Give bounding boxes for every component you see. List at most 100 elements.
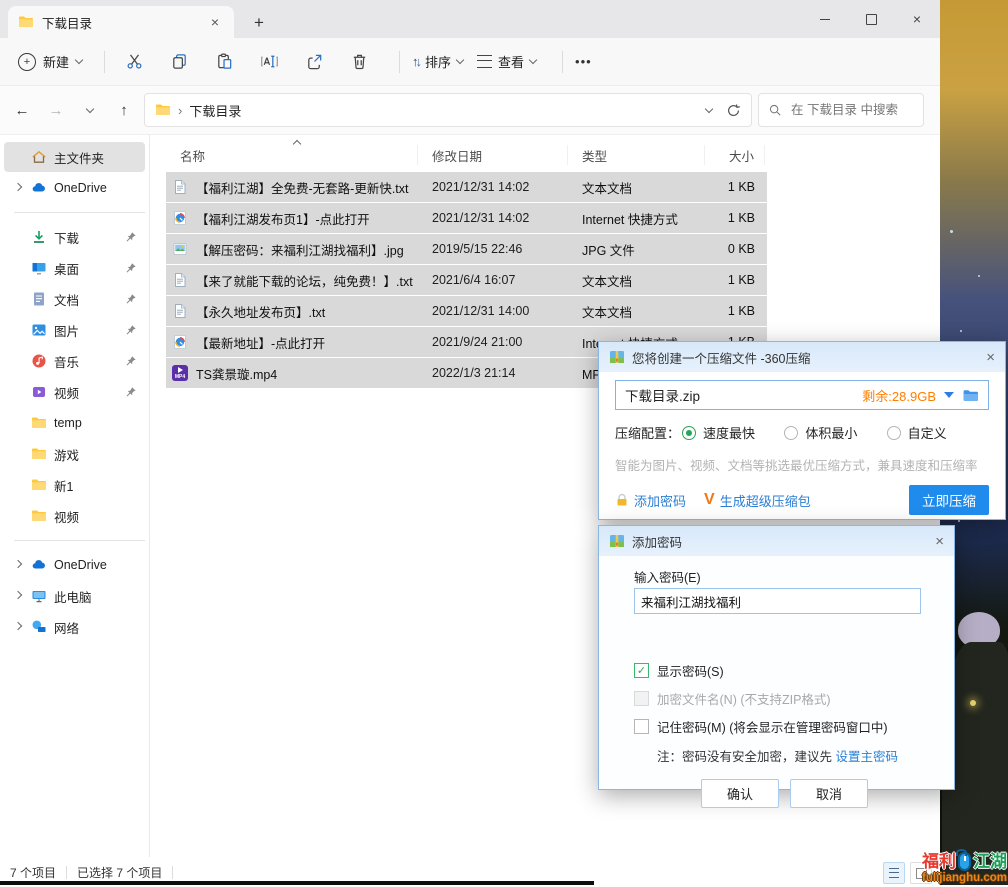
up-button[interactable]: ↑ bbox=[110, 96, 138, 124]
sidebar-item-onedrive-tree[interactable]: OneDrive bbox=[4, 550, 145, 580]
table-row[interactable]: 【来了就能下载的论坛，纯免费！】.txt 2021/6/4 16:07 文本文档… bbox=[166, 265, 767, 295]
expand-chevron-icon[interactable] bbox=[12, 626, 24, 629]
refresh-button[interactable] bbox=[726, 103, 741, 118]
copy-button[interactable] bbox=[162, 45, 196, 79]
super-package-link[interactable]: V 生成超级压缩包 bbox=[704, 491, 811, 510]
radio-smallest[interactable]: 体积最小 bbox=[784, 423, 886, 442]
compress-dialog-body: 下载目录.zip 剩余:28.9GB 压缩配置： 速度最快 体积最小 自定义 智… bbox=[599, 380, 1005, 515]
sidebar-item-label: temp bbox=[54, 416, 82, 430]
minimize-button[interactable] bbox=[802, 0, 848, 38]
archive-filename[interactable]: 下载目录.zip bbox=[625, 385, 700, 405]
table-row[interactable]: 【永久地址发布页】.txt 2021/12/31 14:00 文本文档 1 KB bbox=[166, 296, 767, 326]
sidebar-item-label: 下载 bbox=[54, 228, 79, 247]
encrypt-filenames-option[interactable]: 加密文件名(N) (不支持ZIP格式) bbox=[634, 689, 938, 708]
radio-icon bbox=[682, 426, 696, 440]
close-icon[interactable]: × bbox=[935, 534, 944, 549]
search-box[interactable] bbox=[758, 93, 924, 127]
back-button[interactable]: ← bbox=[8, 96, 36, 124]
sidebar-item-videos[interactable]: 视频 bbox=[4, 377, 145, 407]
table-row[interactable]: 【福利江湖】全免费-无套路-更新快.txt 2021/12/31 14:02 文… bbox=[166, 172, 767, 202]
details-view-toggle[interactable] bbox=[883, 862, 905, 884]
sidebar-item-onedrive[interactable]: OneDrive bbox=[4, 173, 145, 203]
add-password-link[interactable]: 添加密码 bbox=[615, 491, 686, 510]
expand-chevron-icon[interactable] bbox=[12, 595, 24, 598]
close-button[interactable]: × bbox=[894, 0, 940, 38]
sort-button[interactable]: ↑↓ 排序 bbox=[412, 52, 463, 71]
table-row[interactable]: 【解压密码：来福利江湖找福利】.jpg 2019/5/15 22:46 JPG … bbox=[166, 234, 767, 264]
folder-icon bbox=[31, 508, 47, 524]
set-master-password-link[interactable]: 设置主密码 bbox=[835, 750, 898, 764]
cut-button[interactable] bbox=[117, 45, 151, 79]
rename-button[interactable] bbox=[252, 45, 286, 79]
recent-locations-button[interactable] bbox=[76, 96, 104, 124]
sidebar-item-network[interactable]: 网络 bbox=[4, 612, 145, 642]
table-row[interactable]: 【福利江湖发布页1】-点此打开 2021/12/31 14:02 Interne… bbox=[166, 203, 767, 233]
compress-hint-text: 智能为图片、视频、文档等挑选最优压缩方式，兼具速度和压缩率 bbox=[615, 455, 989, 474]
cut-icon bbox=[125, 52, 144, 71]
sidebar-item-this-pc[interactable]: 此电脑 bbox=[4, 581, 145, 611]
radio-label: 速度最快 bbox=[703, 423, 755, 442]
paste-button[interactable] bbox=[207, 45, 241, 79]
explorer-tab[interactable]: 下载目录 × bbox=[8, 6, 234, 38]
delete-button[interactable] bbox=[342, 45, 376, 79]
archive-name-field[interactable]: 下载目录.zip 剩余:28.9GB bbox=[615, 380, 989, 410]
file-size: 1 KB bbox=[705, 203, 765, 233]
remember-password-option[interactable]: 记住密码(M) (将会显示在管理密码窗口中) bbox=[634, 717, 938, 736]
sidebar-item-folder-games[interactable]: 游戏 bbox=[4, 439, 145, 469]
close-icon[interactable]: × bbox=[986, 350, 995, 365]
column-header-type[interactable]: 类型 bbox=[568, 145, 705, 165]
column-header-size[interactable]: 大小 bbox=[705, 145, 765, 165]
tab-close-icon[interactable]: × bbox=[206, 13, 224, 31]
radio-label: 自定义 bbox=[908, 423, 947, 442]
folder-icon bbox=[31, 446, 47, 462]
sidebar-item-folder-videos[interactable]: 视频 bbox=[4, 501, 145, 531]
sidebar-item-home[interactable]: 主文件夹 bbox=[4, 142, 145, 172]
chevron-down-icon[interactable] bbox=[944, 392, 954, 398]
onedrive-cloud-icon bbox=[31, 180, 47, 196]
compress-now-button[interactable]: 立即压缩 bbox=[909, 485, 989, 515]
sidebar-item-label: 桌面 bbox=[54, 259, 79, 278]
expand-chevron-icon[interactable] bbox=[12, 564, 24, 567]
file-size: 0 KB bbox=[705, 234, 765, 264]
view-button-label: 查看 bbox=[498, 52, 524, 71]
file-name: TS龚景璇.mp4 bbox=[196, 364, 277, 383]
file-type: 文本文档 bbox=[568, 265, 705, 295]
radio-custom[interactable]: 自定义 bbox=[887, 423, 989, 442]
forward-button[interactable]: → bbox=[42, 96, 70, 124]
sidebar-item-folder-new1[interactable]: 新1 bbox=[4, 470, 145, 500]
breadcrumb-path[interactable]: 下载目录 bbox=[189, 101, 241, 120]
sidebar-item-folder-temp[interactable]: temp bbox=[4, 408, 145, 438]
pin-icon bbox=[125, 293, 137, 305]
new-tab-button[interactable]: + bbox=[254, 14, 264, 31]
plus-circle-icon: + bbox=[18, 53, 36, 71]
column-header-date[interactable]: 修改日期 bbox=[418, 145, 568, 165]
password-dialog-titlebar[interactable]: 添加密码 × bbox=[599, 526, 954, 556]
sidebar-item-music[interactable]: 音乐 bbox=[4, 346, 145, 376]
file-date: 2021/12/31 14:02 bbox=[418, 172, 568, 202]
cancel-button[interactable]: 取消 bbox=[790, 779, 868, 808]
sidebar-item-desktop[interactable]: 桌面 bbox=[4, 253, 145, 283]
search-input[interactable] bbox=[789, 102, 914, 118]
expand-chevron-icon[interactable] bbox=[12, 187, 24, 190]
sidebar-item-pictures[interactable]: 图片 bbox=[4, 315, 145, 345]
address-bar[interactable]: › 下载目录 bbox=[144, 93, 752, 127]
address-dropdown-icon[interactable] bbox=[705, 104, 713, 112]
column-header-name[interactable]: 名称 bbox=[166, 145, 418, 165]
toolbar-divider bbox=[104, 51, 105, 73]
sidebar-item-downloads[interactable]: 下载 bbox=[4, 222, 145, 252]
new-button[interactable]: + 新建 bbox=[18, 52, 82, 71]
more-options-button[interactable]: ••• bbox=[575, 54, 592, 69]
sidebar-item-label: 新1 bbox=[54, 476, 73, 495]
file-date: 2019/5/15 22:46 bbox=[418, 234, 568, 264]
sidebar-item-documents[interactable]: 文档 bbox=[4, 284, 145, 314]
share-button[interactable] bbox=[297, 45, 331, 79]
show-password-option[interactable]: ✓ 显示密码(S) bbox=[634, 661, 938, 680]
browse-folder-icon[interactable] bbox=[962, 387, 979, 404]
radio-fastest[interactable]: 速度最快 bbox=[682, 423, 784, 442]
view-button[interactable]: 查看 bbox=[477, 52, 536, 71]
maximize-button[interactable] bbox=[848, 0, 894, 38]
confirm-button[interactable]: 确认 bbox=[701, 779, 779, 808]
file-type: Internet 快捷方式 bbox=[568, 203, 705, 233]
compress-dialog-titlebar[interactable]: 您将创建一个压缩文件 -360压缩 × bbox=[599, 342, 1005, 372]
password-input[interactable] bbox=[634, 588, 921, 614]
